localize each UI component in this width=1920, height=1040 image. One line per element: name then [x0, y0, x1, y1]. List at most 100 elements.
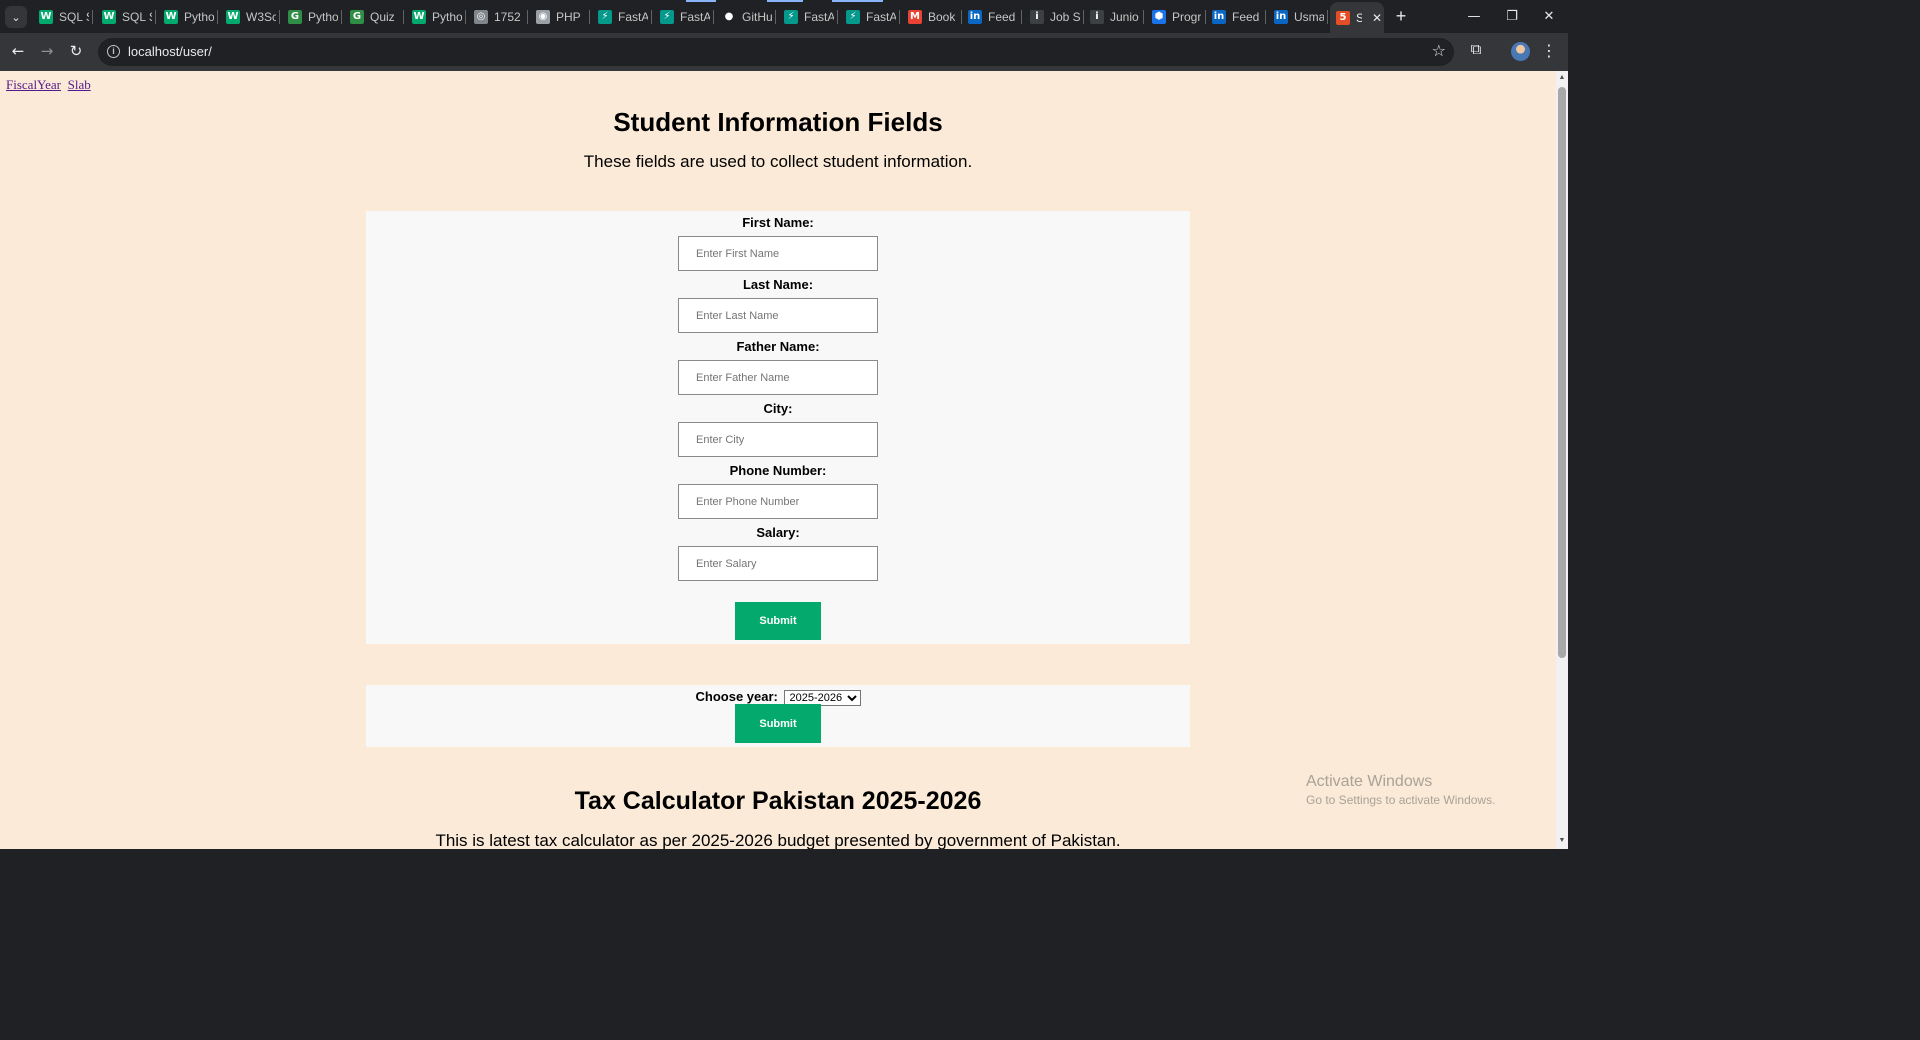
field-input[interactable]	[678, 422, 878, 457]
slab-link[interactable]: Slab	[68, 77, 91, 92]
linkedin-icon: in	[1212, 9, 1226, 24]
tab-title: FastA	[618, 9, 648, 24]
browser-tab[interactable]: ⚡ FastA	[778, 4, 838, 29]
browser-tab[interactable]: W SQL S	[33, 4, 93, 29]
field-label: Salary:	[756, 525, 800, 540]
browser-tab[interactable]: i Job S	[1024, 4, 1084, 29]
browser-tab[interactable]: in Feed	[1206, 4, 1266, 29]
tab-separator	[217, 10, 218, 24]
field-label: First Name:	[742, 215, 814, 230]
back-arrow-icon[interactable]: ←	[6, 39, 30, 63]
tab-title: Feed	[988, 9, 1016, 24]
browser-tab[interactable]: in Usma	[1268, 4, 1328, 29]
browser-tab[interactable]: 5 S ✕	[1330, 2, 1384, 33]
field-label: Last Name:	[742, 277, 814, 292]
student-submit-button[interactable]: Submit	[735, 602, 821, 640]
tab-title: Pytho	[432, 9, 462, 24]
browser-tab[interactable]: ⚡ FastA	[592, 4, 652, 29]
browser-tab-strip: ⌄ W SQL S W SQL S W Pytho W W3Sc G Pytho G Quiz W Pyt…	[0, 0, 1568, 33]
tab-separator	[1143, 10, 1144, 24]
fastapi-icon: ⚡	[784, 9, 798, 24]
hexagon-icon: ⬢	[1152, 9, 1166, 24]
tab-title: SQL S	[122, 9, 152, 24]
tab-title: GitHu	[742, 9, 772, 24]
tab-loading-indicator	[832, 0, 883, 2]
field-input[interactable]	[678, 484, 878, 519]
browser-tab[interactable]: ⬢ Progr	[1146, 4, 1206, 29]
browser-tab[interactable]: W SQL S	[96, 4, 156, 29]
tab-separator	[837, 10, 838, 24]
field-label: Father Name:	[736, 339, 820, 354]
close-window-button[interactable]: ✕	[1531, 0, 1567, 33]
top-nav-links: FiscalYear Slab	[6, 77, 94, 93]
w3schools-icon: W	[164, 9, 178, 24]
tab-title: Junio	[1110, 9, 1139, 24]
tab-title: Progr	[1172, 9, 1202, 24]
year-submit-button[interactable]: Submit	[735, 704, 821, 743]
tab-title: Usma	[1294, 9, 1324, 24]
tab-separator	[1327, 10, 1328, 24]
address-bar[interactable]: i localhost/user/ ☆	[98, 38, 1454, 66]
geeksforgeeks-icon: G	[288, 9, 302, 24]
field-input[interactable]	[678, 236, 878, 271]
new-tab-button[interactable]: +	[1391, 6, 1411, 26]
browser-tab[interactable]: in Feed	[962, 4, 1022, 29]
w3schools-icon: W	[102, 9, 116, 24]
tab-separator	[341, 10, 342, 24]
field-input[interactable]	[678, 546, 878, 581]
tab-separator	[403, 10, 404, 24]
browser-tab[interactable]: G Quiz	[344, 4, 404, 29]
linkedin-icon: in	[1274, 9, 1288, 24]
page-scrollbar[interactable]: ▲ ▼	[1556, 71, 1568, 849]
browser-tab[interactable]: W Pytho	[158, 4, 218, 29]
fiscal-year-link[interactable]: FiscalYear	[6, 77, 61, 92]
url-text[interactable]: localhost/user/	[128, 44, 212, 59]
tab-loading-indicator	[686, 0, 716, 2]
browser-tab[interactable]: ◎ 1752	[468, 4, 528, 29]
tab-title: Quiz	[370, 9, 395, 24]
scrollbar-thumb[interactable]	[1558, 87, 1566, 658]
tab-title: SQL S	[59, 9, 89, 24]
field-label: City:	[763, 401, 793, 416]
tab-search-chevron-icon[interactable]: ⌄	[5, 6, 27, 28]
html5-icon: 5	[1336, 10, 1350, 25]
globe-icon: ◎	[474, 9, 488, 24]
profile-avatar[interactable]	[1511, 42, 1530, 61]
gmail-icon: M	[908, 9, 922, 24]
browser-tab[interactable]: M Book	[902, 4, 962, 29]
tab-separator	[589, 10, 590, 24]
browser-tab[interactable]: W W3Sc	[220, 4, 280, 29]
forward-arrow-icon[interactable]: →	[35, 39, 59, 63]
field-input[interactable]	[678, 298, 878, 333]
tab-title: FastA	[680, 9, 710, 24]
scroll-down-icon[interactable]: ▼	[1558, 837, 1566, 845]
tab-separator	[899, 10, 900, 24]
tab-separator	[651, 10, 652, 24]
restore-window-button[interactable]: ❐	[1494, 0, 1530, 33]
reload-icon[interactable]: ↻	[64, 39, 88, 63]
tab-title: Pytho	[184, 9, 214, 24]
browser-tab[interactable]: i Junio	[1084, 4, 1144, 29]
field-label: Phone Number:	[729, 463, 827, 478]
browser-tab[interactable]: ⚡ FastA	[654, 4, 714, 29]
browser-tab[interactable]: G Pytho	[282, 4, 342, 29]
scroll-up-icon[interactable]: ▲	[1558, 74, 1566, 82]
extensions-puzzle-icon[interactable]: ⧉	[1466, 40, 1486, 60]
browser-tab[interactable]: ◉ PHP	[530, 4, 590, 29]
close-tab-icon[interactable]: ✕	[1372, 11, 1382, 25]
browser-tab[interactable]: ⚡ FastA	[840, 4, 900, 29]
site-info-icon[interactable]: i	[107, 45, 120, 58]
info-icon: i	[1030, 9, 1044, 24]
linkedin-icon: in	[968, 9, 982, 24]
activate-windows-hint: Go to Settings to activate Windows.	[1306, 793, 1496, 807]
tab-title: FastA	[866, 9, 896, 24]
field-input[interactable]	[678, 360, 878, 395]
bookmark-star-icon[interactable]: ☆	[1432, 41, 1446, 60]
activate-windows-title: Activate Windows	[1306, 773, 1433, 790]
tab-separator	[92, 10, 93, 24]
browser-menu-icon[interactable]: ⋮	[1541, 41, 1557, 61]
browser-tab[interactable]: W Pytho	[406, 4, 466, 29]
minimize-window-button[interactable]: —	[1456, 0, 1492, 33]
tax-calculator-subtitle: This is latest tax calculator as per 202…	[435, 831, 1121, 849]
browser-tab[interactable]: ● GitHu	[716, 4, 776, 29]
